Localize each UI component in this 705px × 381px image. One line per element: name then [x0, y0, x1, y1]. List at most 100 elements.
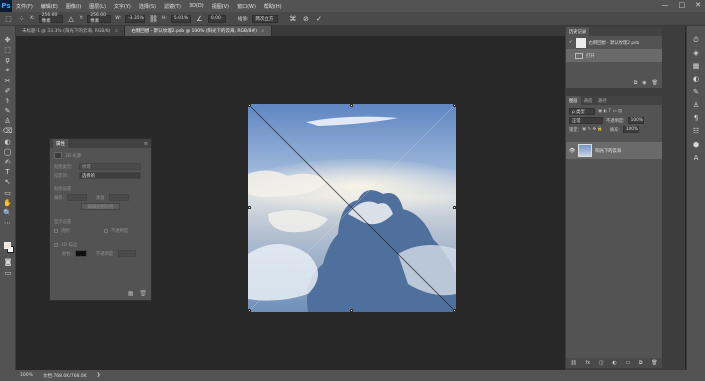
adjustment-icon[interactable]: ◐: [612, 360, 616, 366]
layer-row[interactable]: 👁 阳光下的云海: [566, 142, 662, 159]
group-icon[interactable]: ▭: [625, 360, 630, 366]
edit-map-scale-button[interactable]: 编辑贴图比例: [80, 203, 121, 210]
reference-point-icon[interactable]: ⁘: [17, 14, 26, 23]
new-layer-icon[interactable]: ⧉: [639, 360, 643, 366]
transform-handle[interactable]: [350, 104, 353, 107]
layer-filter-select[interactable]: ρ 类型: [569, 108, 595, 115]
delete-icon[interactable]: 🗑: [139, 290, 147, 297]
hand-tool-icon[interactable]: ✋: [3, 199, 13, 208]
history-panel-icon[interactable]: ⏱: [691, 36, 701, 45]
commit-transform-icon[interactable]: ✓: [314, 14, 323, 23]
menu-edit[interactable]: 编辑(E): [37, 3, 62, 10]
zoom-level[interactable]: 100%: [20, 373, 33, 378]
paragraph-panel-icon[interactable]: ¶: [691, 115, 701, 124]
lock-icons[interactable]: ▣ ✎ ✥ 🔒: [582, 127, 603, 132]
clone-stamp-tool-icon[interactable]: ♙: [3, 118, 13, 127]
dodge-tool-icon[interactable]: ◐: [3, 138, 13, 147]
mask-icon[interactable]: ◫: [599, 360, 604, 366]
rectangle-tool-icon[interactable]: ▭: [3, 189, 13, 198]
zoom-tool-icon[interactable]: 🔍: [3, 209, 13, 218]
transparent-checkbox[interactable]: [54, 228, 58, 233]
transform-handle[interactable]: [248, 104, 251, 107]
menu-select[interactable]: 选择(S): [135, 3, 160, 10]
menu-help[interactable]: 帮助(H): [260, 3, 286, 10]
tab-properties[interactable]: 属性: [53, 139, 68, 148]
menu-file[interactable]: 文件(F): [12, 3, 37, 10]
history-step-open[interactable]: 打开: [566, 49, 662, 62]
close-window-button[interactable]: ✕: [695, 1, 701, 9]
stroke-color-swatch[interactable]: [75, 250, 88, 257]
y-field[interactable]: 256.00 像素: [87, 13, 112, 24]
transform-handle[interactable]: [453, 309, 456, 312]
status-arrow-icon[interactable]: ❯: [97, 373, 101, 378]
trash-icon[interactable]: 🗑: [652, 80, 658, 86]
render-icon[interactable]: ▦: [128, 290, 134, 297]
maximize-button[interactable]: □: [679, 1, 686, 9]
menu-image[interactable]: 图像(I): [62, 3, 85, 10]
stroke-opacity-field[interactable]: [117, 250, 136, 257]
brush-panel-icon[interactable]: ✎: [691, 88, 701, 97]
w-field[interactable]: -3.35%: [124, 14, 145, 23]
blend-mode-select[interactable]: 正常: [569, 117, 603, 124]
fill-field[interactable]: 100%: [622, 126, 639, 133]
transform-handle[interactable]: [453, 104, 456, 107]
glyphs-panel-icon[interactable]: ☷: [691, 128, 701, 137]
warp-icon[interactable]: ⌘: [288, 14, 297, 23]
swatches-panel-icon[interactable]: ▦: [691, 62, 701, 71]
blur-tool-icon[interactable]: ◯: [3, 148, 13, 157]
path-select-tool-icon[interactable]: ↖: [3, 179, 13, 188]
x-field[interactable]: 256.00 像素: [38, 13, 63, 24]
menu-3d[interactable]: 3D(D): [185, 3, 208, 9]
repeat-field[interactable]: [109, 194, 130, 201]
tab-untitled-1[interactable]: 未标题-1 @ 33.3% (阳光下的云海, RGB/8) ×: [16, 26, 126, 36]
pen-tool-icon[interactable]: ✍: [3, 158, 13, 167]
marquee-tool-icon[interactable]: ⬚: [3, 46, 13, 55]
healing-brush-tool-icon[interactable]: ⚕: [3, 97, 13, 106]
opacity-field[interactable]: 100%: [627, 117, 644, 124]
camera-icon[interactable]: ◉: [642, 80, 646, 86]
lasso-tool-icon[interactable]: ϙ: [3, 56, 13, 65]
relative-position-icon[interactable]: △: [67, 14, 76, 23]
foreground-color-swatch[interactable]: [4, 242, 11, 249]
trash-icon[interactable]: 🗑: [651, 360, 657, 366]
quick-select-tool-icon[interactable]: ⌖: [3, 67, 13, 76]
project-select[interactable]: 选择的: [79, 172, 141, 179]
color-panel-icon[interactable]: ◈: [691, 49, 701, 58]
brush-tool-icon[interactable]: ✎: [3, 107, 13, 116]
tab-channels[interactable]: 通道: [581, 96, 596, 105]
character-panel-icon[interactable]: A: [691, 154, 701, 163]
transform-handle[interactable]: [248, 206, 251, 209]
interpolation-select[interactable]: 两次立方: [252, 14, 279, 23]
minimize-button[interactable]: —: [662, 1, 669, 9]
stroke-checkbox[interactable]: [54, 242, 58, 247]
more-tools-icon[interactable]: ⋯: [3, 219, 13, 228]
cloud-image[interactable]: [248, 104, 456, 312]
tab-active-document[interactable]: 右侧回想 - 默认纹理2.psb @ 100% (阳光下的云海, RGB/8#)…: [125, 26, 272, 36]
screen-mode-icon[interactable]: ▭: [3, 269, 13, 278]
history-snapshot[interactable]: ✓ 右侧回想 - 默认纹理2.psb: [566, 36, 662, 49]
clone-source-icon[interactable]: ♙: [691, 101, 701, 110]
eye-icon[interactable]: 👁: [569, 148, 575, 154]
menu-view[interactable]: 视图(V): [208, 3, 233, 10]
3d-panel-icon[interactable]: ⬢: [691, 141, 701, 150]
link-layers-icon[interactable]: ⛓: [570, 360, 576, 366]
angle-field[interactable]: 0.00: [207, 14, 226, 23]
adjustments-panel-icon[interactable]: ◐: [691, 75, 701, 84]
filter-icons[interactable]: ▣ ◐ T ▭ ▤: [598, 109, 622, 114]
transform-handle[interactable]: [453, 206, 456, 209]
close-icon[interactable]: ×: [115, 29, 119, 34]
tab-history[interactable]: 历史记录: [566, 27, 590, 36]
h-field[interactable]: 5.01%: [170, 14, 191, 23]
offset-field[interactable]: [67, 194, 88, 201]
menu-filter[interactable]: 滤镜(T): [160, 3, 185, 10]
transform-handle[interactable]: [350, 309, 353, 312]
eraser-tool-icon[interactable]: ⌫: [3, 128, 13, 137]
transform-tool-icon[interactable]: ⬚: [4, 14, 13, 23]
close-icon[interactable]: ×: [261, 29, 265, 34]
fx-icon[interactable]: fx: [585, 360, 590, 366]
quick-mask-icon[interactable]: ◙: [3, 258, 13, 267]
menu-type[interactable]: 文字(Y): [110, 3, 135, 10]
type-tool-icon[interactable]: T: [3, 168, 13, 177]
tab-paths[interactable]: 路径: [595, 96, 610, 105]
crop-tool-icon[interactable]: ✂: [3, 77, 13, 86]
